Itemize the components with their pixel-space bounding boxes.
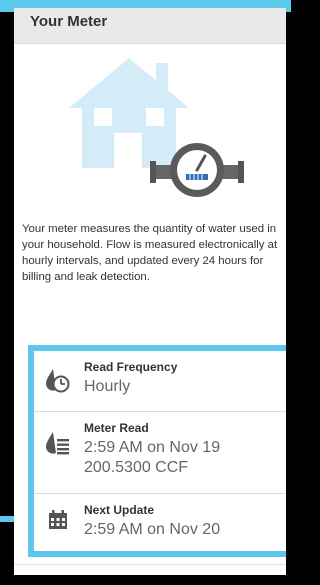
panel-header: Your Meter [14,8,286,44]
next-update-label: Next Update [84,503,155,517]
highlight-connector [0,516,14,522]
divider [14,564,286,565]
meter-illustration [69,58,244,197]
meter-read-row: Meter Read 2:59 AM on Nov 19 200.5300 CC… [34,411,286,494]
meter-read-value: 200.5300 CCF [84,459,189,476]
next-update-row: Next Update 2:59 AM on Nov 20 [34,493,286,552]
meter-panel: Your Meter Your meter measures the quant… [14,8,286,575]
calendar-icon [49,510,67,529]
meter-read-label: Meter Read [84,421,149,435]
water-drop-clock-icon [46,369,70,393]
next-update-value: 2:59 AM on Nov 20 [84,521,221,538]
meter-details-card: Read Frequency Hourly Meter Read 2:59 AM… [28,345,286,557]
read-frequency-row: Read Frequency Hourly [34,351,286,411]
read-frequency-label: Read Frequency [84,360,178,374]
page-title: Your Meter [30,13,108,30]
read-frequency-value: Hourly [84,378,131,395]
water-drop-list-icon [46,432,69,455]
meter-description: Your meter measures the quantity of wate… [22,223,278,283]
house-icon [69,58,189,168]
meter-read-time: 2:59 AM on Nov 19 [84,439,221,456]
